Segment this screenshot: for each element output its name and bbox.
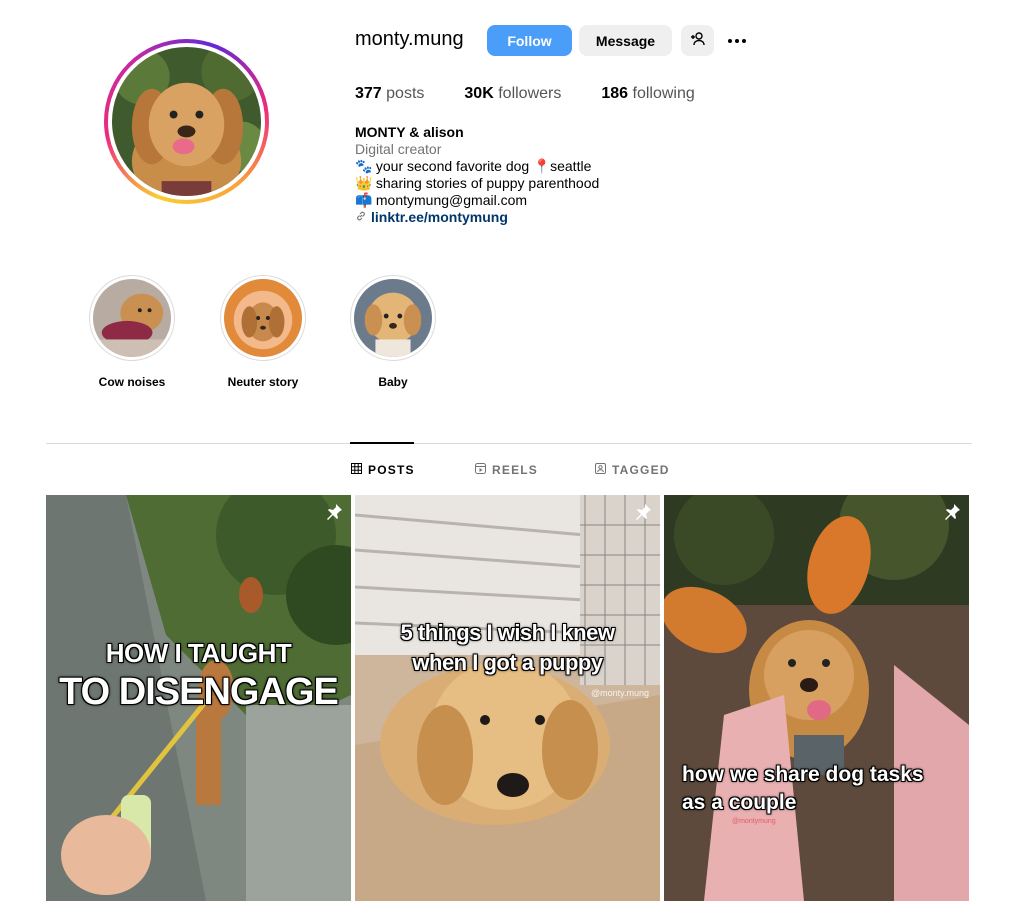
pinned-icon (943, 503, 961, 526)
bio-name: MONTY & alison (355, 124, 464, 140)
suggested-users-button[interactable] (681, 25, 714, 56)
post-caption-line2: when I got a puppy (412, 650, 603, 675)
highlight-label: Cow noises (98, 375, 166, 389)
bio-link[interactable]: linktr.ee/montymung (355, 209, 599, 226)
post-tile-2[interactable]: 5 things I wish I knew when I got a pupp… (355, 495, 660, 901)
paw-prints-icon: 🐾 (355, 158, 373, 174)
profile-bio: MONTY & alison Digital creator 🐾 your se… (355, 124, 599, 226)
profile-avatar[interactable] (104, 39, 269, 204)
tab-tagged[interactable]: TAGGED (595, 463, 670, 477)
highlight-cover (93, 279, 171, 357)
highlight-label: Baby (378, 375, 408, 389)
follow-button[interactable]: Follow (487, 25, 572, 56)
bio-line-1: 🐾 your second favorite dog 📍seattle (355, 158, 592, 174)
reels-icon (475, 463, 486, 477)
post-image (355, 495, 660, 901)
highlight-cover (224, 279, 302, 357)
post-watermark: @montymung (732, 818, 776, 825)
post-image (664, 495, 969, 901)
pinned-icon (325, 503, 343, 526)
stat-following[interactable]: 186 following (601, 85, 694, 103)
link-icon (355, 209, 367, 226)
active-tab-indicator (350, 442, 414, 444)
avatar-photo (112, 47, 261, 196)
profile-stats: 377 posts 30K followers 186 following (355, 85, 735, 103)
more-dots-icon (728, 38, 746, 43)
post-caption-line2: TO DISENGAGE (59, 671, 339, 713)
post-tile-1[interactable]: HOW I TAUGHT TO DISENGAGE (46, 495, 351, 901)
tabs-divider (46, 443, 972, 444)
crown-icon: 👑 (355, 175, 373, 191)
tab-reels[interactable]: REELS (475, 463, 538, 477)
message-button[interactable]: Message (579, 25, 672, 56)
post-tile-3[interactable]: how we share dog tasks as a couple @mont… (664, 495, 969, 901)
mailbox-icon: 📫 (355, 192, 373, 208)
highlight-baby[interactable]: Baby (348, 275, 438, 389)
tab-posts[interactable]: POSTS (351, 463, 415, 477)
location-pin-icon: 📍 (533, 158, 551, 174)
post-caption-line1: how we share dog tasks (682, 763, 924, 786)
add-user-icon (690, 31, 706, 50)
highlight-label: Neuter story (227, 375, 299, 389)
highlight-cow-noises[interactable]: Cow noises (87, 275, 177, 389)
pinned-icon (634, 503, 652, 526)
tagged-icon (595, 463, 606, 477)
stat-followers[interactable]: 30K followers (464, 85, 561, 103)
profile-username: monty.mung (355, 28, 464, 50)
stat-posts: 377 posts (355, 85, 425, 102)
post-caption-line2: as a couple (682, 791, 797, 814)
bio-line-3: 📫 montymung@gmail.com (355, 192, 528, 208)
post-caption-line1: 5 things I wish I knew (400, 620, 615, 645)
highlight-neuter-story[interactable]: Neuter story (218, 275, 308, 389)
bio-line-2: 👑 sharing stories of puppy parenthood (355, 175, 600, 191)
more-options-button[interactable] (722, 25, 752, 56)
post-caption-line1: HOW I TAUGHT (105, 638, 292, 668)
post-watermark: @monty.mung (591, 688, 649, 698)
grid-icon (351, 463, 362, 477)
highlight-cover (354, 279, 432, 357)
bio-category: Digital creator (355, 141, 442, 157)
